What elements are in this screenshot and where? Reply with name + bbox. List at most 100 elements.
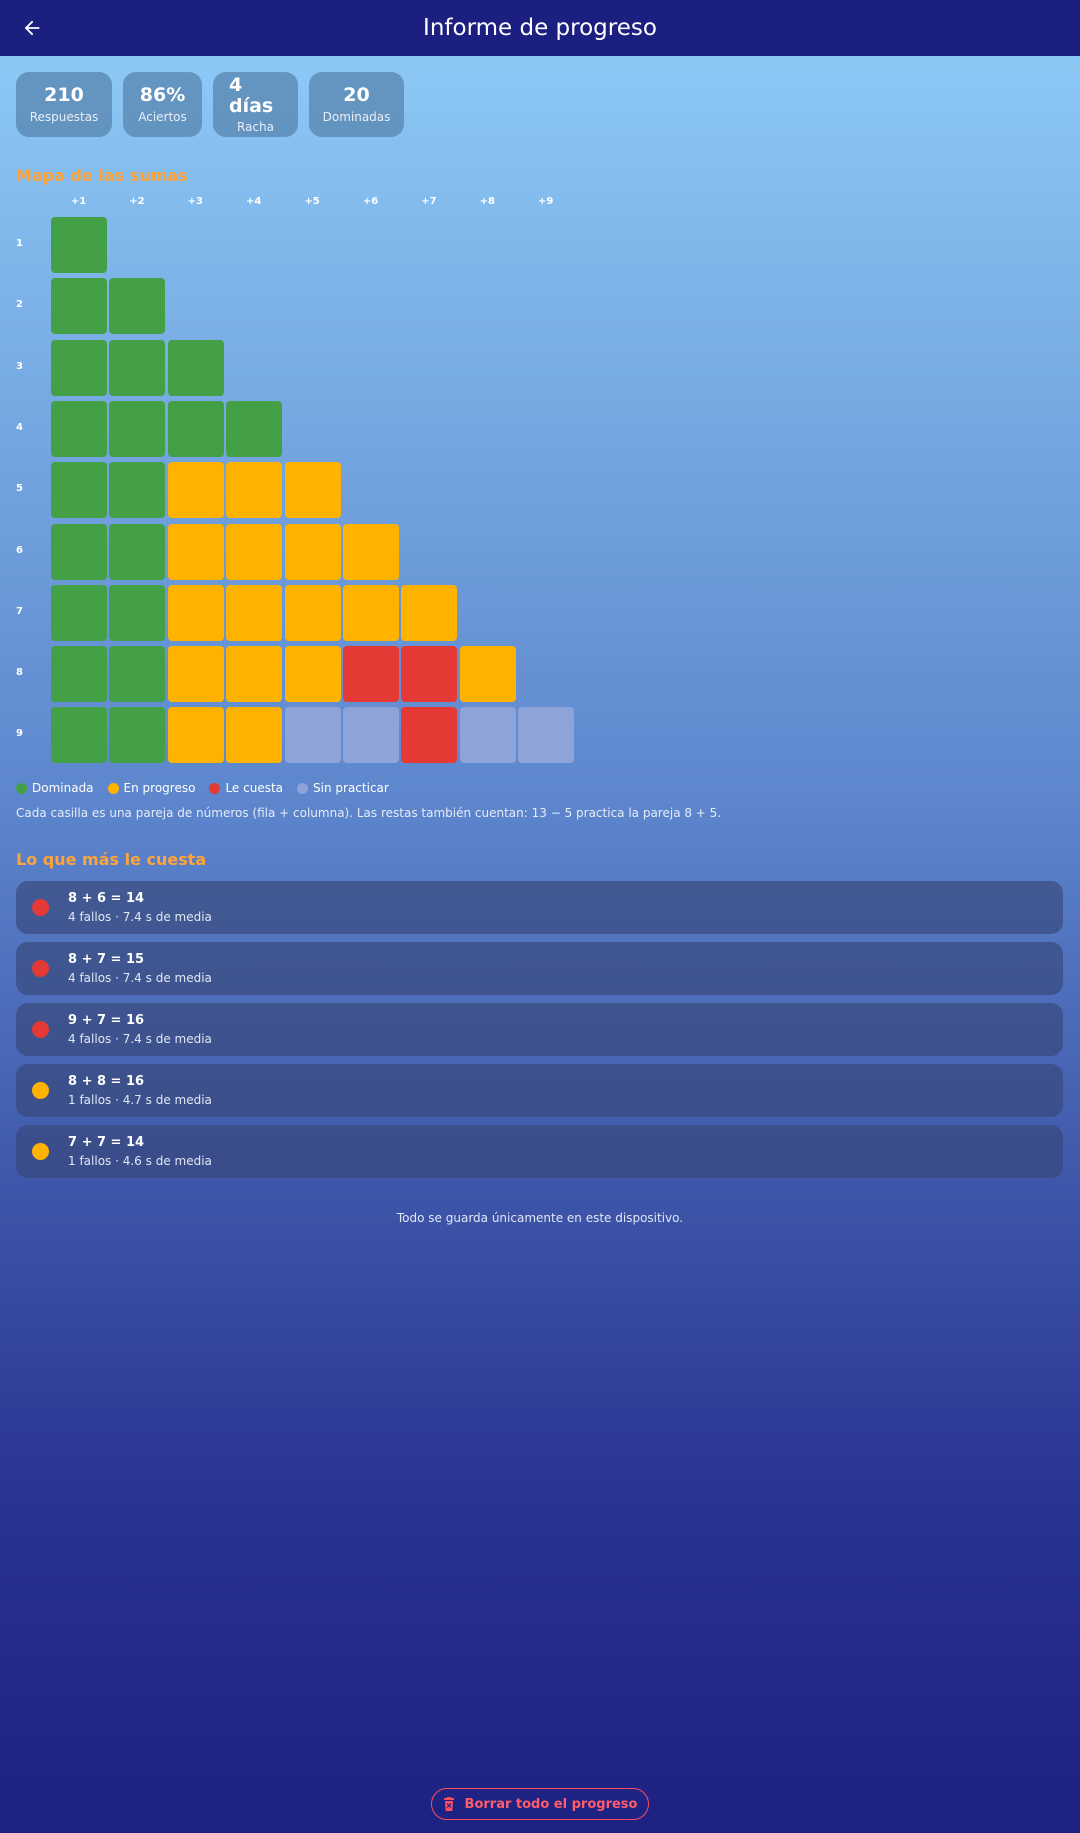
grid-cell[interactable] [109, 523, 166, 580]
grid-cell[interactable] [109, 400, 166, 457]
stat-value: 86% [139, 84, 186, 107]
difficult-equation: 8 + 6 = 14 [68, 891, 145, 906]
grid-cell[interactable] [167, 523, 224, 580]
grid-cell[interactable] [109, 707, 166, 764]
difficult-equation: 9 + 7 = 16 [68, 1013, 145, 1028]
legend-label: Dominada [32, 781, 94, 795]
reset-label: Borrar todo el progreso [464, 1796, 638, 1812]
grid-cell[interactable] [401, 707, 458, 764]
difficult-detail: 4 fallos · 7.4 s de media [68, 1032, 212, 1046]
difficult-title: Lo que más le cuesta [16, 850, 207, 869]
grid-cell[interactable] [51, 462, 107, 519]
storage-note: Todo se guarda únicamente en este dispos… [396, 1211, 684, 1225]
grid-cell[interactable] [51, 523, 107, 580]
difficult-equation: 8 + 7 = 15 [68, 952, 145, 967]
grid-cell[interactable] [51, 646, 107, 703]
grid-cell[interactable] [167, 584, 224, 641]
map-note: Cada casilla es una pareja de números (f… [16, 806, 722, 820]
row-label: 9 [16, 728, 23, 740]
grid-cell[interactable] [226, 646, 283, 703]
grid-cell[interactable] [167, 707, 224, 764]
difficult-detail: 1 fallos · 4.7 s de media [68, 1093, 212, 1107]
grid-cell[interactable] [401, 584, 458, 641]
difficult-item: 7 + 7 = 14 1 fallos · 4.6 s de media [16, 1125, 1063, 1178]
back-button[interactable] [12, 8, 52, 48]
grid-cell[interactable] [284, 584, 341, 641]
legend-dot-icon [209, 782, 221, 794]
grid-cell[interactable] [51, 339, 107, 396]
grid-cell[interactable] [109, 339, 166, 396]
grid-cell[interactable] [51, 584, 107, 641]
reset-progress-button[interactable]: Borrar todo el progreso [431, 1788, 649, 1820]
difficult-equation: 8 + 8 = 16 [68, 1074, 145, 1089]
trash-icon [443, 1797, 454, 1811]
stat-respuestas: 210 Respuestas [16, 72, 112, 137]
sums-map-grid: +1 +2 +3 +4 +5 +6 +7 +8 +9 1 2 3 4 5 6 7 8 9 [0, 196, 600, 766]
difficult-equation: 7 + 7 = 14 [68, 1135, 145, 1150]
legend-label: En progreso [123, 781, 196, 795]
grid-cell[interactable] [284, 462, 341, 519]
grid-cell[interactable] [518, 707, 575, 764]
difficult-detail: 4 fallos · 7.4 s de media [68, 910, 212, 924]
legend-item: Le cuesta [209, 781, 283, 795]
status-dot-icon [32, 1082, 49, 1099]
row-label: 4 [16, 421, 23, 433]
row-label: 8 [16, 667, 23, 679]
grid-cell[interactable] [109, 584, 166, 641]
grid-cell[interactable] [226, 707, 283, 764]
grid-cell[interactable] [109, 278, 166, 335]
grid-cell[interactable] [343, 707, 399, 764]
stat-value: 210 [44, 84, 84, 107]
grid-cell[interactable] [459, 707, 516, 764]
grid-cell[interactable] [343, 584, 399, 641]
stat-label: Racha [237, 120, 274, 135]
difficult-item: 9 + 7 = 16 4 fallos · 7.4 s de media [16, 1003, 1063, 1056]
legend-label: Le cuesta [225, 781, 284, 795]
difficult-item: 8 + 7 = 15 4 fallos · 7.4 s de media [16, 942, 1063, 995]
difficult-item: 8 + 6 = 14 4 fallos · 7.4 s de media [16, 881, 1063, 934]
stat-dominadas: 20 Dominadas [309, 72, 404, 137]
legend-item: Sin practicar [297, 781, 389, 795]
row-label: 1 [16, 238, 23, 249]
legend-dot-icon [107, 782, 119, 794]
column-label: +9 [538, 196, 554, 207]
grid-cell[interactable] [51, 278, 107, 335]
grid-cell[interactable] [343, 523, 399, 580]
grid-cell[interactable] [401, 646, 458, 703]
grid-cell[interactable] [51, 217, 107, 273]
grid-cell[interactable] [226, 584, 283, 641]
top-app-bar: Informe de progreso [0, 0, 1080, 56]
difficult-detail: 4 fallos · 7.4 s de media [68, 971, 212, 985]
grid-cell[interactable] [109, 646, 166, 703]
grid-cell[interactable] [226, 400, 283, 457]
grid-cell[interactable] [167, 646, 224, 703]
column-label: +2 [129, 196, 145, 207]
stats-row: 210 Respuestas 86% Aciertos 4 días Racha… [16, 72, 404, 137]
grid-cell[interactable] [51, 400, 107, 457]
column-label: +5 [304, 196, 320, 207]
legend-item: En progreso [107, 781, 196, 795]
page-title: Informe de progreso [423, 15, 657, 41]
grid-cell[interactable] [284, 707, 341, 764]
grid-cell[interactable] [284, 646, 341, 703]
grid-cell[interactable] [167, 400, 224, 457]
column-label: +3 [187, 196, 203, 207]
row-label: 7 [16, 605, 23, 617]
difficult-list: 8 + 6 = 14 4 fallos · 7.4 s de media 8 + 7… [16, 881, 1063, 1186]
grid-cell[interactable] [51, 707, 107, 764]
stat-label: Dominadas [322, 109, 391, 124]
stat-label: Respuestas [29, 109, 99, 124]
grid-cell[interactable] [226, 462, 283, 519]
grid-cell[interactable] [343, 646, 399, 703]
grid-cell[interactable] [226, 523, 283, 580]
legend-dot-icon [16, 782, 27, 794]
grid-cell[interactable] [284, 523, 341, 580]
grid-cell[interactable] [459, 646, 516, 703]
grid-cell[interactable] [167, 462, 224, 519]
legend-item: Dominada [16, 781, 94, 795]
grid-cell[interactable] [167, 339, 224, 396]
difficult-item: 8 + 8 = 16 1 fallos · 4.7 s de media [16, 1064, 1063, 1117]
grid-cell[interactable] [109, 462, 166, 519]
status-dot-icon [32, 899, 49, 916]
legend: Dominada En progreso Le cuesta Sin practica… [16, 781, 403, 795]
